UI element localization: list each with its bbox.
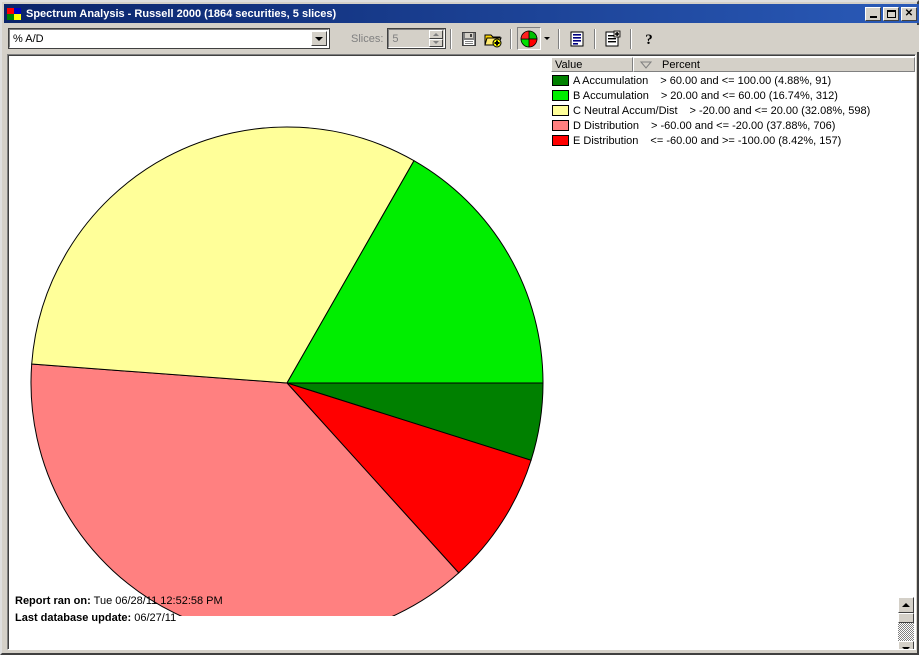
title-bar: Spectrum Analysis - Russell 2000 (1864 s… <box>4 4 919 23</box>
minimize-icon <box>869 15 877 18</box>
scrollbar-thumb[interactable] <box>898 613 914 623</box>
open-button[interactable] <box>481 27 505 50</box>
column-header-value-label: Value <box>555 58 583 71</box>
report-footer: Report ran on: Tue 06/28/11 12:52:58 PM … <box>15 593 223 627</box>
maximize-button[interactable] <box>883 6 899 21</box>
toolbar: % A/D Slices: 5 ? <box>4 25 919 52</box>
legend-color-swatch <box>552 135 569 146</box>
column-header-percent-label: Percent <box>662 58 700 71</box>
legend-row-range: > -20.00 and <= 20.00 (32.08%, 598) <box>689 104 871 117</box>
triangle-down-icon <box>902 647 910 649</box>
report-button[interactable] <box>565 27 589 50</box>
legend-row-range: <= -60.00 and >= -100.00 (8.42%, 157) <box>650 134 842 147</box>
legend-color-swatch <box>552 90 569 101</box>
scroll-down-button[interactable] <box>898 641 914 649</box>
scrollbar-track[interactable] <box>898 623 914 641</box>
toolbar-separator <box>558 28 561 49</box>
triangle-up-icon <box>902 603 910 607</box>
sort-descending-icon <box>640 61 652 69</box>
legend-row[interactable]: D Distribution > -60.00 and <= -20.00 (37… <box>551 118 915 133</box>
legend-row-range: > 20.00 and <= 60.00 (16.74%, 312) <box>660 89 838 102</box>
pie-chart-icon <box>521 30 538 47</box>
legend-row-name: A Accumulation <box>573 74 649 87</box>
help-icon: ? <box>646 32 654 48</box>
legend-row[interactable]: B Accumulation > 20.00 and <= 60.00 (16.7… <box>551 88 915 103</box>
slices-label: Slices: <box>351 32 384 45</box>
close-icon: ✕ <box>904 7 914 19</box>
column-header-value[interactable]: Value <box>551 57 633 72</box>
legend-color-swatch <box>552 105 569 116</box>
legend-header-row: Value Percent <box>551 57 915 72</box>
toolbar-separator <box>594 28 597 49</box>
slices-value: 5 <box>392 32 399 45</box>
report-ran-label: Report ran on: <box>15 595 91 607</box>
report-canvas: Value Percent A Accumulation > 60.00 and … <box>8 55 915 649</box>
add-report-button[interactable] <box>601 27 625 50</box>
application-window: Spectrum Analysis - Russell 2000 (1864 s… <box>0 0 919 655</box>
slices-increment-button[interactable] <box>429 30 444 39</box>
indicator-select-value: % A/D <box>13 32 44 45</box>
help-button[interactable]: ? <box>637 27 661 50</box>
legend-rows: A Accumulation > 60.00 and <= 100.00 (4.8… <box>551 73 915 148</box>
column-header-percent[interactable]: Percent <box>633 57 915 72</box>
report-add-icon <box>605 30 621 46</box>
legend-color-swatch <box>552 75 569 86</box>
legend-row-range: > 60.00 and <= 100.00 (4.88%, 91) <box>660 74 832 87</box>
report-ran-line: Report ran on: Tue 06/28/11 12:52:58 PM <box>15 593 223 610</box>
maximize-icon <box>886 9 896 18</box>
slices-decrement-button[interactable] <box>429 38 444 47</box>
chart-type-dropdown-button[interactable] <box>541 27 553 50</box>
legend-row[interactable]: C Neutral Accum/Dist > -20.00 and <= 20.0… <box>551 103 915 118</box>
open-add-icon <box>484 34 503 47</box>
toolbar-separator <box>510 28 513 49</box>
db-update-line: Last database update: 06/27/11 <box>15 610 223 627</box>
report-list-icon <box>570 31 584 46</box>
legend-row-name: B Accumulation <box>573 89 649 102</box>
chevron-down-icon <box>544 37 551 40</box>
legend-color-swatch <box>552 120 569 131</box>
toolbar-separator <box>450 28 453 49</box>
report-ran-value: Tue 06/28/11 12:52:58 PM <box>93 595 223 607</box>
pie-chart-button[interactable] <box>517 27 542 50</box>
save-button[interactable] <box>457 27 481 50</box>
triangle-down-icon <box>433 41 440 45</box>
app-logo-icon <box>6 7 22 21</box>
pie-chart-svg <box>30 126 544 640</box>
pie-chart <box>9 56 554 640</box>
chevron-down-icon[interactable] <box>311 31 327 46</box>
legend-row-name: E Distribution <box>573 134 639 147</box>
toolbar-separator <box>630 28 633 49</box>
legend-row[interactable]: E Distribution <= -60.00 and >= -100.00 (… <box>551 133 915 148</box>
slices-stepper[interactable]: 5 <box>387 28 447 49</box>
minimize-button[interactable] <box>865 6 881 21</box>
save-icon <box>462 31 477 46</box>
legend-panel: Value Percent A Accumulation > 60.00 and … <box>551 57 915 150</box>
db-update-value: 06/27/11 <box>134 612 177 624</box>
scroll-up-button[interactable] <box>898 597 914 613</box>
triangle-up-icon <box>433 32 440 36</box>
svg-text:?: ? <box>646 32 654 48</box>
legend-row-range: > -60.00 and <= -20.00 (37.88%, 706) <box>651 119 836 132</box>
legend-row-name: D Distribution <box>573 119 640 132</box>
indicator-select[interactable]: % A/D <box>8 28 330 49</box>
window-controls: ✕ <box>863 6 919 21</box>
slices-stepper-buttons[interactable] <box>429 30 444 47</box>
window-title: Spectrum Analysis - Russell 2000 (1864 s… <box>26 7 337 20</box>
close-button[interactable]: ✕ <box>901 6 917 21</box>
report-client-area: Value Percent A Accumulation > 60.00 and … <box>7 54 916 650</box>
vertical-scrollbar[interactable] <box>898 597 914 649</box>
legend-row-name: C Neutral Accum/Dist <box>573 104 678 117</box>
legend-row[interactable]: A Accumulation > 60.00 and <= 100.00 (4.8… <box>551 73 915 88</box>
db-update-label: Last database update: <box>15 612 132 624</box>
